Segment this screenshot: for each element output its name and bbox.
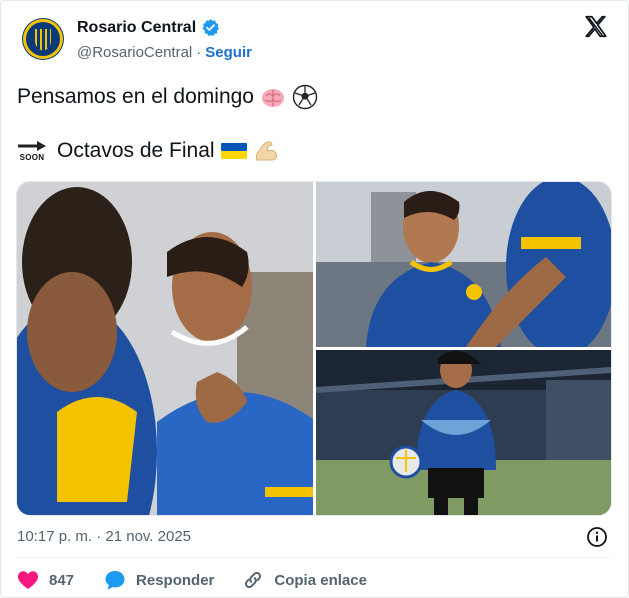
soon-arrow-emoji: SOON (17, 140, 47, 162)
tweet-text-line-2: SOON Octavos de Final (17, 138, 279, 164)
link-icon (245, 571, 262, 589)
divider (16, 557, 612, 558)
handle-row: @RosarioCentral · Seguir (77, 44, 252, 61)
ukraine-flag-emoji-icon (220, 143, 247, 159)
like-button[interactable]: 847 (17, 570, 74, 590)
coach-with-ball-photo[interactable] (316, 350, 611, 515)
display-name[interactable]: Rosario Central (77, 19, 196, 37)
club-crest-icon (23, 19, 63, 59)
action-bar: 847 Responder Copia enlace (17, 569, 367, 591)
info-icon[interactable] (586, 526, 608, 548)
heart-icon (18, 571, 38, 589)
handle[interactable]: @RosarioCentral (77, 44, 192, 61)
copy-link-label: Copia enlace (274, 571, 367, 589)
soon-label: SOON (19, 153, 45, 162)
tweet-text-line-1: Pensamos en el domingo (17, 84, 318, 110)
photo-coach-with-ball (316, 350, 611, 515)
soccer-ball-emoji-icon (292, 84, 318, 110)
verified-badge-icon (202, 19, 220, 37)
tweet-text: Octavos de Final (57, 139, 215, 162)
reply-label: Responder (136, 571, 215, 589)
x-logo-icon[interactable] (583, 14, 609, 40)
brain-emoji-icon (261, 89, 284, 107)
like-count: 847 (49, 571, 75, 589)
media-grid (16, 181, 612, 516)
separator: · (196, 44, 202, 61)
copy-link-button[interactable]: Copia enlace (242, 569, 367, 591)
right-arrow-icon (18, 141, 46, 151)
tweet-timestamp[interactable]: 10:17 p. m. · 21 nov. 2025 (17, 528, 191, 545)
tweet-text: Pensamos en el domingo (17, 85, 254, 108)
photo-player-smiling (17, 182, 313, 515)
follow-button[interactable]: Seguir (205, 44, 252, 61)
reply-bubble-icon (105, 571, 125, 590)
reply-button[interactable]: Responder (104, 569, 214, 591)
photo-player-in-jersey (316, 182, 611, 347)
name-row: Rosario Central (77, 18, 220, 37)
avatar[interactable] (22, 18, 64, 60)
player-in-jersey-photo[interactable] (316, 182, 611, 347)
player-smiling-photo[interactable] (17, 182, 313, 515)
tweet-card: Rosario Central @RosarioCentral · Seguir… (0, 0, 629, 598)
flexed-biceps-emoji-icon (255, 141, 277, 161)
